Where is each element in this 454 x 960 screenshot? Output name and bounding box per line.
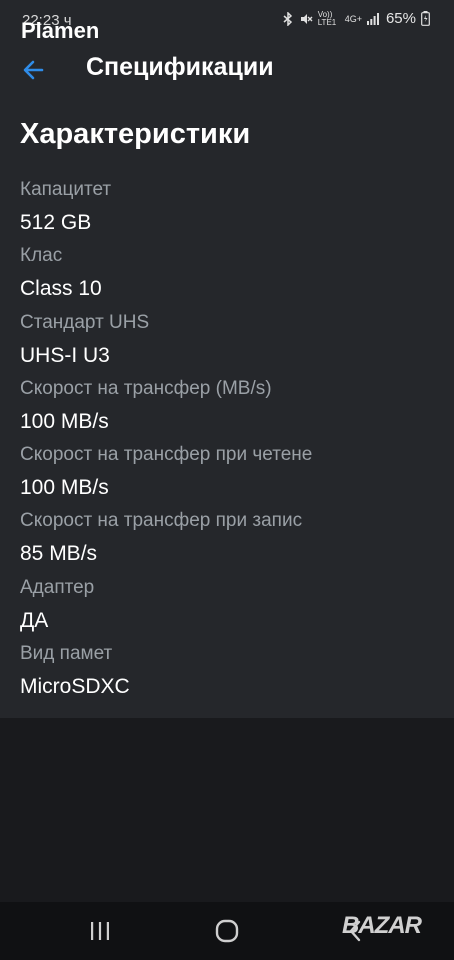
mute-icon [299, 12, 313, 26]
spec-value: ДА [20, 608, 49, 632]
spec-item-write-speed: Скорост на трансфер при запис 85 MB/s [20, 508, 440, 574]
bazar-watermark-logo: BAZAR [342, 912, 422, 939]
spec-value: 512 GB [20, 211, 92, 234]
recent-apps-icon[interactable] [80, 916, 120, 946]
spec-item-capacity: Капацитет 512 GB [20, 177, 440, 243]
spec-label: Клас [20, 245, 63, 267]
spec-label: Адаптер [20, 576, 95, 598]
spec-item-memory-type: Вид памет MicroSDXC [20, 641, 440, 707]
content-panel: 22:23 ч Plamen Vo)) LTE1 4G+ 65% Специфи… [0, 0, 454, 718]
battery-percent: 65% [385, 10, 416, 27]
spec-item-uhs: Стандарт UHS UHS-I U3 [20, 310, 440, 376]
network-type: 4G+ [344, 13, 362, 24]
battery-charging-icon [421, 11, 430, 26]
spec-item-adapter: Адаптер ДА [20, 575, 440, 641]
spec-label: Капацитет [20, 179, 112, 200]
spec-value: 85 MB/s [20, 542, 98, 566]
status-icons: Vo)) LTE1 4G+ 65% [282, 10, 430, 27]
section-heading: Характеристики [20, 118, 251, 150]
arrow-left-icon[interactable] [20, 56, 48, 84]
volte-icon: Vo)) LTE1 [317, 9, 337, 27]
spec-value: MicroSDXC [20, 675, 130, 699]
spec-list: Капацитет 512 GB Клас Class 10 Стандарт … [20, 177, 440, 707]
spec-item-transfer-speed: Скорост на трансфер (MB/s) 100 MB/s [20, 376, 440, 442]
spec-value: Class 10 [20, 277, 102, 301]
page-title: Спецификации [86, 53, 274, 81]
signal-icon [366, 12, 379, 25]
status-bar: 22:23 ч Plamen Vo)) LTE1 4G+ 65% [0, 0, 454, 43]
home-icon[interactable] [207, 916, 247, 946]
spec-item-class: Клас Class 10 [20, 243, 440, 309]
spec-item-read-speed: Скорост на трансфер при четене 100 MB/s [20, 442, 440, 508]
spec-label: Скорост на трансфер при запис [20, 510, 303, 532]
spec-label: Вид памет [20, 643, 113, 665]
spec-value: 100 MB/s [20, 409, 109, 433]
spec-label: Скорост на трансфер при четене [20, 444, 313, 466]
spec-value: UHS-I U3 [20, 343, 110, 367]
spec-value: 100 MB/s [20, 476, 109, 500]
bluetooth-icon [282, 11, 294, 26]
owner-name: Plamen [21, 18, 100, 43]
app-bar: Спецификации [0, 48, 454, 92]
spec-label: Стандарт UHS [20, 311, 150, 333]
spec-label: Скорост на трансфер (MB/s) [20, 377, 272, 399]
